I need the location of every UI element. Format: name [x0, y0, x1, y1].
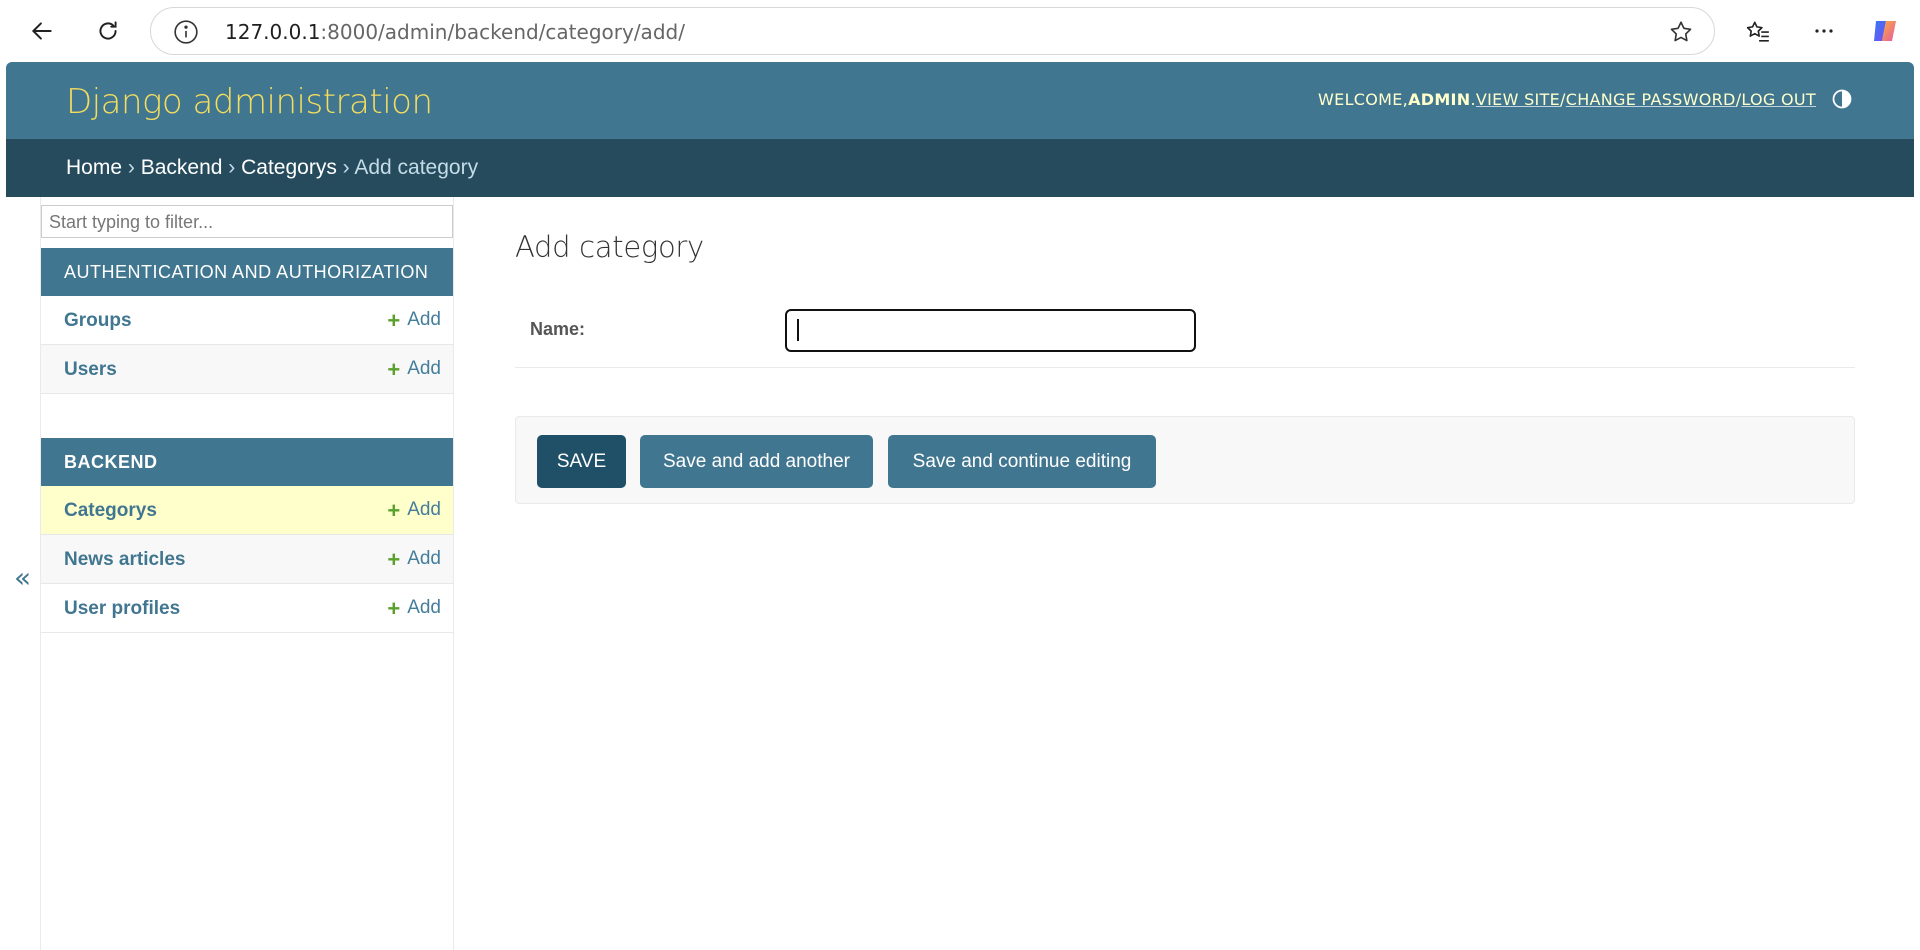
nav-sidebar: Start typing to filter... AUTHENTICATION…	[41, 197, 454, 950]
plus-icon: +	[387, 546, 401, 572]
info-icon[interactable]	[173, 19, 199, 45]
add-groups-link[interactable]: + Add	[387, 309, 441, 331]
breadcrumb-backend[interactable]: Backend	[141, 156, 223, 179]
more-button[interactable]	[1804, 11, 1844, 51]
breadcrumb-current: Add category	[354, 156, 479, 179]
nav-filter-input[interactable]: Start typing to filter...	[41, 205, 453, 238]
sidebar-item-users[interactable]: Users + Add	[41, 345, 453, 394]
address-bar[interactable]: 127.0.0.1:8000/admin/backend/category/ad…	[150, 7, 1715, 55]
add-categorys-link[interactable]: + Add	[387, 499, 441, 521]
sidebar-item-groups[interactable]: Groups + Add	[41, 296, 453, 345]
breadcrumb-separator: ›	[336, 156, 355, 179]
model-link-users[interactable]: Users	[64, 359, 117, 381]
breadcrumb-separator: ›	[122, 156, 141, 179]
page-title: Add category	[515, 230, 704, 264]
add-label: Add	[407, 358, 441, 379]
model-link-groups[interactable]: Groups	[64, 310, 132, 332]
save-and-continue-button[interactable]: Save and continue editing	[888, 435, 1156, 488]
model-link-news-articles[interactable]: News articles	[64, 549, 185, 571]
breadcrumb-separator: ›	[222, 156, 242, 179]
more-dots-icon	[1815, 29, 1833, 33]
submit-row: SAVE Save and add another Save and conti…	[515, 416, 1855, 504]
save-and-add-another-button[interactable]: Save and add another	[640, 435, 873, 488]
model-link-user-profiles[interactable]: User profiles	[64, 598, 180, 620]
add-label: Add	[407, 309, 441, 330]
add-label: Add	[407, 597, 441, 618]
breadcrumb-home[interactable]: Home	[66, 156, 122, 179]
site-brand[interactable]: Django administration	[66, 82, 433, 122]
module-caption-backend[interactable]: BACKEND	[41, 438, 453, 486]
add-user-profiles-link[interactable]: + Add	[387, 597, 441, 619]
module-caption-auth[interactable]: AUTHENTICATION AND AUTHORIZATION	[41, 248, 453, 296]
sidebar-item-news-articles[interactable]: News articles + Add	[41, 535, 453, 584]
user-tools: WELCOME, ADMIN . VIEW SITE / CHANGE PASS…	[1318, 89, 1852, 109]
text-caret	[797, 319, 799, 341]
copilot-icon	[1874, 21, 1896, 41]
view-site-link[interactable]: VIEW SITE	[1476, 90, 1560, 109]
log-out-link[interactable]: LOG OUT	[1741, 90, 1816, 109]
welcome-text: WELCOME,	[1318, 89, 1409, 109]
back-button[interactable]	[22, 11, 62, 51]
favorites-list-icon	[1746, 21, 1769, 42]
add-users-link[interactable]: + Add	[387, 358, 441, 380]
url-host: 127.0.0.1	[225, 20, 321, 44]
plus-icon: +	[387, 595, 401, 621]
collapse-sidebar-icon[interactable]: «	[14, 561, 31, 594]
breadcrumb-categorys[interactable]: Categorys	[241, 156, 337, 179]
site-header: Django administration WELCOME, ADMIN . V…	[6, 62, 1914, 139]
url-text[interactable]: 127.0.0.1:8000/admin/backend/category/ad…	[225, 20, 685, 44]
plus-icon: +	[387, 356, 401, 382]
plus-icon: +	[387, 497, 401, 523]
url-path: :8000/admin/backend/category/add/	[320, 20, 685, 44]
toggle-nav-sidebar[interactable]: «	[6, 197, 41, 950]
favorites-button[interactable]	[1738, 11, 1778, 51]
form-row-name: Name:	[515, 289, 1855, 368]
browser-toolbar: 127.0.0.1:8000/admin/backend/category/ad…	[0, 0, 1920, 62]
breadcrumb: Home › Backend › Categorys › Add categor…	[6, 139, 1914, 197]
theme-toggle-icon[interactable]	[1832, 89, 1852, 109]
save-button[interactable]: SAVE	[537, 435, 626, 488]
name-field[interactable]	[785, 309, 1196, 352]
refresh-icon	[99, 21, 117, 40]
arrow-left-icon	[32, 22, 52, 40]
add-news-articles-link[interactable]: + Add	[387, 548, 441, 570]
username: ADMIN	[1408, 89, 1471, 109]
sidebar-item-user-profiles[interactable]: User profiles + Add	[41, 584, 453, 633]
plus-icon: +	[387, 307, 401, 333]
name-label: Name:	[530, 319, 586, 339]
add-label: Add	[407, 548, 441, 569]
star-icon[interactable]	[1668, 19, 1694, 45]
add-label: Add	[407, 499, 441, 520]
change-password-link[interactable]: CHANGE PASSWORD	[1566, 90, 1736, 109]
sidebar-item-categorys[interactable]: Categorys + Add	[41, 486, 453, 535]
copilot-button[interactable]	[1866, 11, 1906, 51]
model-link-categorys[interactable]: Categorys	[64, 500, 157, 522]
refresh-button[interactable]	[88, 11, 128, 51]
